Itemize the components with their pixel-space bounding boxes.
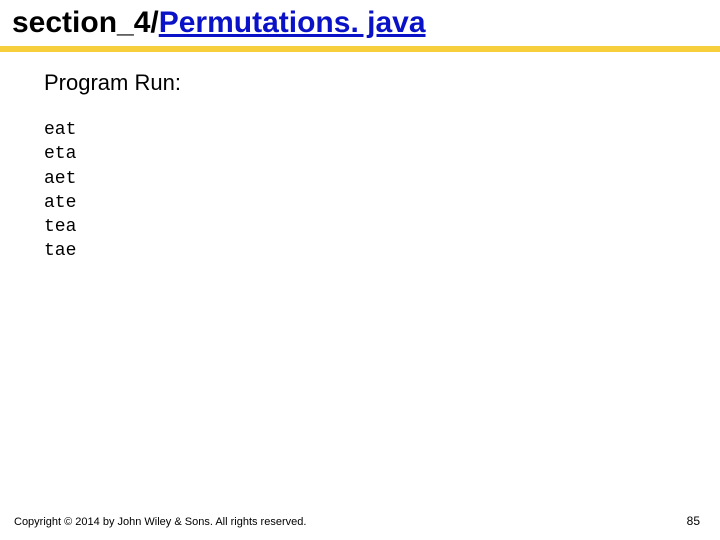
slide-body: Program Run: eat eta aet ate tea tae xyxy=(0,52,720,264)
title-prefix: section_4/ xyxy=(12,6,159,39)
copyright-text: Copyright © 2014 by John Wiley & Sons. A… xyxy=(14,516,306,528)
slide-title: section_4/Permutations. java xyxy=(12,6,708,40)
program-output: eat eta aet ate tea tae xyxy=(44,118,702,264)
slide: section_4/Permutations. java Program Run… xyxy=(0,0,720,540)
title-link[interactable]: Permutations. java xyxy=(159,6,426,39)
program-run-heading: Program Run: xyxy=(44,70,702,96)
page-number: 85 xyxy=(687,514,706,528)
title-area: section_4/Permutations. java xyxy=(0,0,720,40)
slide-footer: Copyright © 2014 by John Wiley & Sons. A… xyxy=(14,514,706,528)
